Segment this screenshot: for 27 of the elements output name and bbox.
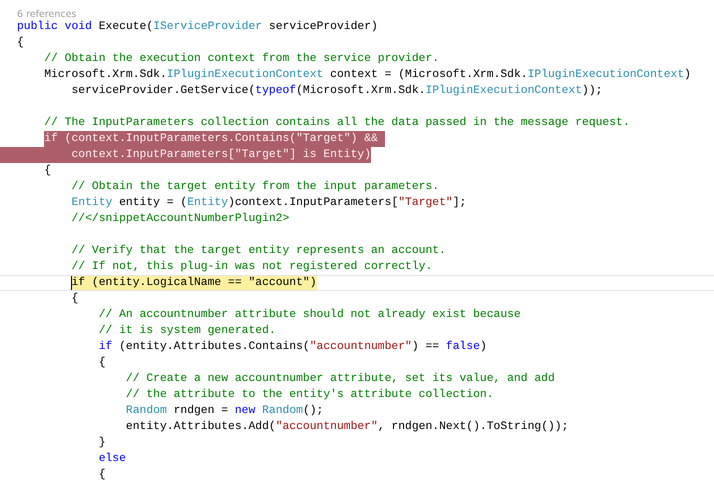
code-line: { — [98, 468, 106, 483]
code-line: if (entity.Attributes.Contains("accountnumber") == false) — [98, 340, 488, 355]
code-line: if (context.InputParameters.Contains("Target") && — [0, 131, 714, 147]
code-line: // If not, this plug-in was not registered correctly. — [70, 260, 434, 275]
code-line: Random rndgen = new Random(); — [124, 404, 324, 419]
code-line: public void Execute(IServiceProvider serviceProvider) — [16, 20, 379, 35]
code-line: { — [98, 356, 106, 371]
code-line: { — [16, 36, 25, 51]
code-line: Entity entity = (Entity)context.InputParameters["Target"]; — [70, 196, 468, 211]
code-line: } — [98, 436, 106, 451]
code-line: // Create a new accountnumber attribute, set its value, and add — [124, 372, 556, 387]
code-line: entity.Attributes.Add("accountnumber", rndgen.Next().ToString()); — [124, 420, 570, 435]
code-line: // Verify that the target entity represents an account. — [70, 244, 447, 259]
code-line: //</snippetAccountNumberPlugin2> — [70, 212, 290, 227]
code-line: Microsoft.Xrm.Sdk.IPluginExecutionContext context = (Microsoft.Xrm.Sdk.IPluginExecutionContext) — [43, 68, 692, 83]
code-line: // Obtain the target entity from the input parameters. — [70, 180, 440, 195]
references-codelens[interactable]: 6 references — [0, 11, 714, 19]
code-line: // An accountnumber attribute should not already exist because — [98, 308, 522, 323]
code-line: // Obtain the execution context from the service provider. — [43, 52, 440, 67]
code-line: // the attribute to the entity's attribute collection. — [124, 388, 495, 403]
code-line: { — [43, 164, 52, 179]
code-line: // it is system generated. — [98, 324, 277, 339]
code-line: // The InputParameters collection contains all the data passed in the message request. — [43, 116, 631, 131]
code-line: { — [70, 292, 80, 307]
code-line: else — [98, 452, 127, 467]
code-line: if (entity.LogicalName == "account") — [0, 275, 714, 291]
code-line: serviceProvider.GetService(typeof(Microsoft.Xrm.Sdk.IPluginExecutionContext)); — [70, 84, 604, 99]
